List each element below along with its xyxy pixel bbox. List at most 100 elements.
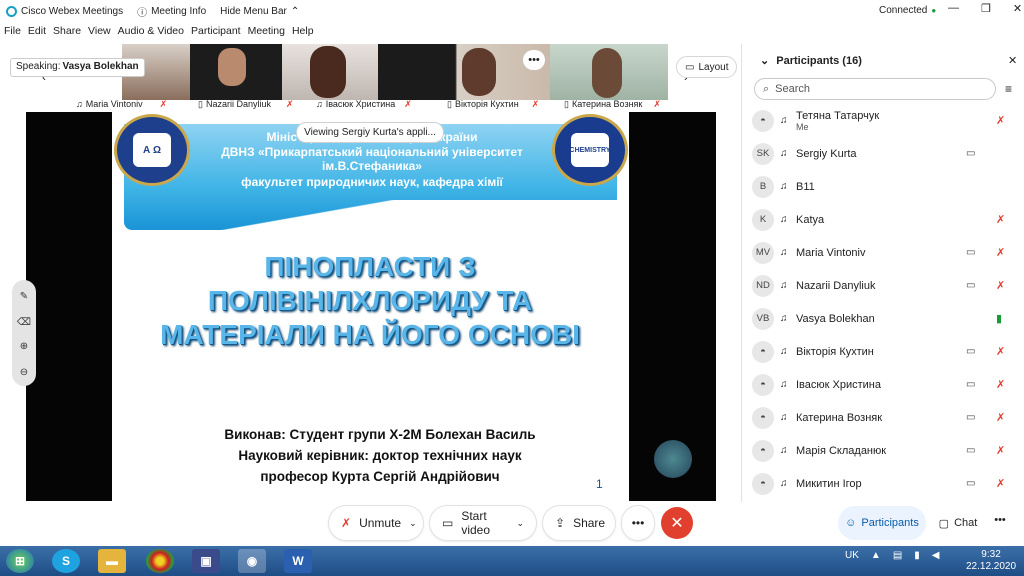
menu-meeting[interactable]: Meeting (248, 25, 285, 41)
video-camera-icon: ▭ (966, 247, 976, 258)
participant-row[interactable]: K ♫ Katya ✗ (752, 203, 1014, 236)
mic-muted-icon: ✗ (341, 516, 352, 530)
leave-meeting-button[interactable]: ✕ (661, 507, 693, 539)
participant-row[interactable]: ◓ ♫ Вікторія Кухтин ▭ ✗ (752, 335, 1014, 368)
menu-share[interactable]: Share (53, 25, 81, 41)
tray-arrow-icon[interactable]: ▲ (871, 550, 881, 561)
participant-name: Sergiy Kurta (796, 148, 857, 160)
tile-more-icon[interactable]: ••• (523, 50, 545, 70)
meeting-info-button[interactable]: ⓘ Meeting Info (137, 0, 206, 22)
mic-muted-icon[interactable]: ✗ (996, 411, 1005, 424)
word-icon[interactable]: W (284, 549, 312, 573)
menu-help[interactable]: Help (292, 25, 314, 41)
menu-view[interactable]: View (88, 25, 111, 41)
person-avatar-icon: ◓ (752, 109, 774, 132)
webex-taskbar-icon[interactable]: ◉ (238, 549, 266, 573)
connected-dot-icon: ● (931, 6, 937, 15)
mic-muted-icon[interactable]: ✗ (996, 279, 1005, 292)
mic-muted-icon[interactable]: ✗ (996, 246, 1005, 259)
clock[interactable]: 9:32 22.12.2020 (966, 549, 1016, 573)
participant-row[interactable]: B ♫ B11 (752, 170, 1014, 203)
participant-row[interactable]: ◓ ♫ Тетяна Татарчук Me ✗ (752, 104, 1014, 137)
mic-muted-icon[interactable]: ✗ (996, 477, 1005, 490)
tile-label: ♫ Івасюк Христина ✗ (316, 98, 412, 110)
close-window-icon[interactable]: ✕ (1013, 2, 1022, 15)
network-icon[interactable]: ▤ (893, 550, 902, 561)
menu-participant[interactable]: Participant (191, 25, 241, 41)
viewing-tooltip: Viewing Sergiy Kurta's appli... (296, 122, 444, 143)
mic-muted-icon[interactable]: ✗ (996, 444, 1005, 457)
mic-active-icon[interactable]: ▮ (996, 312, 1002, 325)
mic-muted-icon[interactable]: ✗ (996, 114, 1005, 127)
signal-icon[interactable]: ▮ (914, 550, 920, 561)
participant-name: B11 (796, 181, 815, 193)
share-button[interactable]: ⇪ Share (543, 506, 615, 540)
participant-name-text: Івасюк Христина (796, 378, 881, 391)
slide-credit-line-2: Науковий керівник: доктор технічних наук (238, 448, 522, 463)
participants-panel-button[interactable]: ☺ Participants (838, 506, 926, 540)
menu-bar: File Edit Share View Audio & Video Parti… (0, 25, 317, 41)
chrome-icon[interactable] (146, 549, 174, 573)
pen-icon[interactable]: ✎ (16, 288, 32, 304)
video-tile-kateryna[interactable] (550, 44, 668, 100)
avatar: VB (752, 307, 774, 330)
participant-name: Катерина Возняк (796, 412, 882, 424)
headset-icon: ♫ (780, 214, 788, 225)
menu-edit[interactable]: Edit (28, 25, 46, 41)
participant-row[interactable]: MV ♫ Maria Vintoniv ▭ ✗ (752, 236, 1014, 269)
tile-label: ▯ Nazarii Danyliuk ✗ (198, 98, 294, 110)
avatar: MV (752, 241, 774, 264)
slide-title-line-3: МАТЕРІАЛИ НА ЙОГО ОСНОВІ (160, 319, 580, 350)
app-title: Cisco Webex Meetings (0, 0, 123, 22)
participant-row[interactable]: ◓ ♫ Микитин Ігор ▭ ✗ (752, 467, 1014, 500)
skype-icon[interactable]: S (52, 549, 80, 573)
participant-row[interactable]: VB ♫ Vasya Bolekhan ▮ (752, 302, 1014, 335)
participant-search-input[interactable]: ⌕ Search (754, 78, 996, 100)
folder-icon[interactable]: ▬ (98, 549, 126, 573)
menu-audio-video[interactable]: Audio & Video (118, 25, 184, 41)
chat-panel-button[interactable]: ▢ Chat (930, 506, 986, 540)
mic-muted-icon[interactable]: ✗ (996, 213, 1005, 226)
eraser-icon[interactable]: ⌫ (16, 314, 32, 330)
video-tile-nazarii[interactable] (190, 44, 282, 100)
zoom-in-icon[interactable]: ⊕ (16, 338, 32, 354)
close-panel-icon[interactable]: ✕ (1008, 54, 1017, 67)
mic-muted-icon[interactable]: ✗ (996, 345, 1005, 358)
save-app-icon[interactable]: ▣ (192, 549, 220, 573)
participant-row[interactable]: ◓ ♫ Марія Складанюк ▭ ✗ (752, 434, 1014, 467)
unmute-button[interactable]: ✗ Unmute ⌄ (329, 506, 423, 540)
volume-icon[interactable]: ◀ (932, 550, 940, 561)
headset-icon: ♫ (780, 181, 788, 192)
panel-more-icon[interactable]: ••• (988, 514, 1012, 532)
tile-label: ♫ Maria Vintoniv ✗ (76, 98, 168, 110)
participant-row[interactable]: SK ♫ Sergiy Kurta ▭ (752, 137, 1014, 170)
restore-icon[interactable]: ❐ (981, 2, 991, 15)
participant-row[interactable]: ◓ ♫ Катерина Возняк ▭ ✗ (752, 401, 1014, 434)
participant-name: Микитин Ігор (796, 478, 862, 490)
participant-row[interactable]: ◓ ♫ Івасюк Христина ▭ ✗ (752, 368, 1014, 401)
mic-muted-icon: ✗ (531, 98, 540, 109)
video-tile-viktoriia[interactable] (378, 44, 550, 100)
speaking-indicator: Speaking: Vasya Bolekhan (10, 58, 145, 77)
participant-name: Maria Vintoniv (796, 247, 866, 259)
participant-row[interactable]: ND ♫ Nazarii Danyliuk ▭ ✗ (752, 269, 1014, 302)
chevron-down-icon[interactable]: ⌄ (516, 518, 524, 529)
start-video-button[interactable]: ▭ Start video ⌄ (430, 506, 536, 540)
participants-header[interactable]: ⌄ Participants (16) (760, 54, 862, 67)
start-button-icon[interactable]: ⊞ (6, 549, 34, 573)
layout-button[interactable]: ▭ Layout (676, 56, 738, 78)
video-camera-icon: ▭ (966, 478, 976, 489)
minimize-icon[interactable]: — (948, 2, 959, 15)
video-tile-khrystyna[interactable] (282, 44, 378, 100)
video-camera-icon: ▭ (966, 148, 976, 159)
zoom-out-icon[interactable]: ⊖ (16, 364, 32, 380)
avatar: B (752, 175, 774, 198)
menu-file[interactable]: File (4, 25, 21, 41)
video-camera-icon: ▭ (966, 346, 976, 357)
more-options-button[interactable]: ••• (622, 506, 654, 540)
sort-icon[interactable]: ≡ (1005, 82, 1012, 96)
chevron-down-icon[interactable]: ⌄ (409, 518, 417, 529)
headset-icon: ♫ (780, 280, 788, 291)
hide-menu-bar-button[interactable]: Hide Menu Bar ⌃ (220, 0, 299, 22)
mic-muted-icon[interactable]: ✗ (996, 378, 1005, 391)
